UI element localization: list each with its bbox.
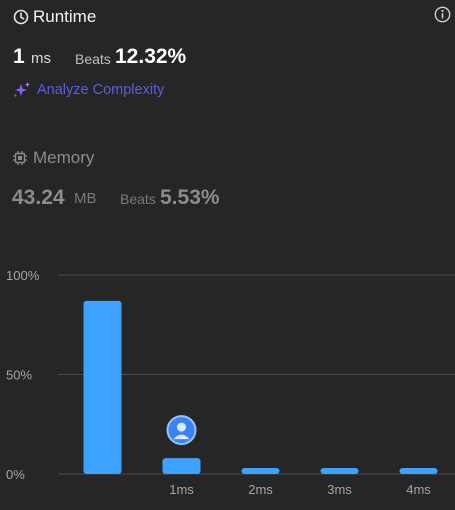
y-tick-label: 0% <box>6 467 25 482</box>
clock-icon <box>13 9 29 25</box>
y-tick-label: 50% <box>6 368 32 383</box>
runtime-beats-label: Beats <box>75 51 111 67</box>
bar[interactable] <box>320 468 359 474</box>
bar[interactable] <box>399 468 438 474</box>
chip-icon <box>13 151 27 165</box>
x-tick-label: 2ms <box>248 482 273 497</box>
memory-beats-value: 5.53% <box>160 186 220 209</box>
memory-unit: MB <box>74 190 97 207</box>
sparkle-icon <box>13 82 30 98</box>
memory-beats-label: Beats <box>120 191 156 207</box>
bar[interactable] <box>162 458 201 474</box>
memory-value: 43.24 <box>12 186 65 209</box>
runtime-unit: ms <box>31 50 51 67</box>
x-tick-label: 1ms <box>169 482 194 497</box>
x-tick-label: 4ms <box>406 482 431 497</box>
runtime-beats-value: 12.32% <box>115 45 187 68</box>
bar[interactable] <box>83 300 122 474</box>
memory-title: Memory <box>33 148 95 167</box>
runtime-distribution-chart: 100% 50% 0% 1ms 2ms 3ms 4ms <box>6 268 455 497</box>
runtime-value: 1 <box>13 45 25 68</box>
y-tick-label: 100% <box>6 268 40 283</box>
bar[interactable] <box>241 468 280 474</box>
x-tick-label: 3ms <box>327 482 352 497</box>
user-avatar-icon <box>166 415 197 446</box>
info-icon[interactable] <box>434 6 451 23</box>
analyze-complexity-label: Analyze Complexity <box>37 82 165 98</box>
runtime-title: Runtime <box>33 7 97 26</box>
